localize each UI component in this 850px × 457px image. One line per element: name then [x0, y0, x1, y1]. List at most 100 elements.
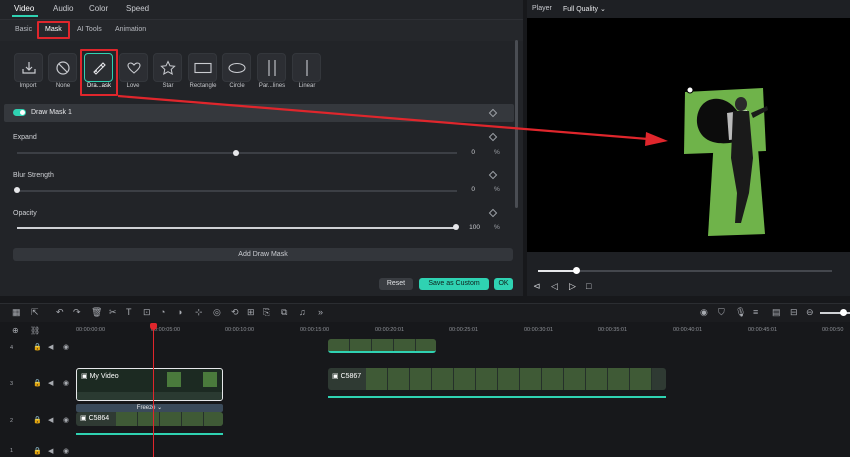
draw-mask-toggle[interactable]: [13, 109, 26, 116]
split-icon[interactable]: ✂: [109, 307, 117, 318]
track4-clip[interactable]: [328, 339, 436, 353]
eye-icon[interactable]: ◉: [63, 416, 69, 424]
mask-linear-label: Linear: [298, 83, 316, 89]
chevron-down-icon: ⌄: [599, 6, 606, 13]
c5864-audio-line: [76, 433, 223, 435]
tab-color[interactable]: Color: [89, 4, 108, 13]
mask-circle-tile[interactable]: [222, 53, 251, 82]
draw-mask-row[interactable]: [4, 104, 514, 122]
add-track-icon[interactable]: ⊕: [12, 326, 19, 335]
layout-icon[interactable]: ▦: [12, 307, 21, 318]
c5867-clip[interactable]: [328, 368, 666, 390]
step-back-icon[interactable]: ◁: [551, 281, 558, 292]
playback-knob[interactable]: [573, 267, 580, 274]
render-icon[interactable]: ◉: [700, 307, 708, 318]
opacity-slider[interactable]: [17, 227, 457, 229]
link-icon[interactable]: ⛓: [30, 326, 40, 335]
snapshot-icon[interactable]: ▤: [772, 307, 781, 318]
quality-dropdown[interactable]: Full Quality ⌄: [563, 5, 606, 13]
zoom-out-icon[interactable]: ⊖: [806, 307, 814, 318]
delete-icon[interactable]: 🗑: [91, 307, 102, 318]
redo-icon[interactable]: ↷: [73, 307, 81, 318]
group-icon[interactable]: ⧉: [281, 307, 287, 318]
undo-icon[interactable]: ↶: [56, 307, 64, 318]
panel-scrollbar[interactable]: [515, 40, 518, 208]
speed-icon[interactable]: ◔: [160, 307, 165, 317]
opacity-value[interactable]: 100: [460, 224, 480, 231]
import-icon: [21, 61, 36, 74]
mask-love-tile[interactable]: [119, 53, 148, 82]
text-icon[interactable]: T: [126, 307, 132, 317]
shield-icon[interactable]: ⛉: [718, 307, 725, 318]
c5864-clip-name: ▣ C5864: [80, 415, 110, 422]
mask-none-tile[interactable]: [48, 53, 77, 82]
ok-button[interactable]: OK: [494, 278, 513, 290]
opacity-slider-knob[interactable]: [453, 224, 459, 230]
mask-parallel-lines-tile[interactable]: [257, 53, 286, 82]
lock-icon[interactable]: 🔒: [33, 416, 42, 424]
lock-icon[interactable]: 🔒: [33, 447, 42, 455]
blur-strength-label: Blur Strength: [13, 172, 54, 179]
crop-icon[interactable]: ⊡: [143, 307, 151, 318]
select-tool-icon[interactable]: ⇱: [31, 307, 39, 318]
tab-audio[interactable]: Audio: [53, 4, 73, 13]
playback-scrubber[interactable]: [538, 270, 832, 272]
tab-speed[interactable]: Speed: [126, 4, 149, 13]
mask-linear-tile[interactable]: [292, 53, 321, 82]
voiceover-icon[interactable]: ≡: [753, 307, 758, 317]
adjust-icon[interactable]: ⊞: [247, 307, 255, 318]
fit-icon[interactable]: ⊟: [790, 307, 798, 318]
mask-star-label: Star: [162, 83, 174, 89]
mask-tab-highlight: [37, 21, 70, 39]
mask-rectangle-tile[interactable]: [188, 53, 217, 82]
lock-icon[interactable]: 🔒: [33, 343, 42, 351]
audio-fx-icon[interactable]: ♫: [299, 307, 306, 317]
mask-import-tile[interactable]: [14, 53, 43, 82]
add-draw-mask-button[interactable]: Add Draw Mask: [13, 248, 513, 261]
save-as-custom-button[interactable]: Save as Custom: [419, 278, 489, 290]
rotate-icon[interactable]: ⟲: [231, 307, 239, 318]
prev-frame-icon[interactable]: ⊲: [533, 281, 541, 292]
microphone-icon[interactable]: 🎙: [735, 307, 746, 318]
subtab-animation[interactable]: Animation: [115, 26, 146, 33]
c5867-clip-name: ▣ C5867: [332, 373, 362, 380]
zoom-slider-knob[interactable]: [840, 309, 847, 316]
mask-star-tile[interactable]: [153, 53, 182, 82]
eye-icon[interactable]: ◉: [63, 343, 69, 351]
blur-slider-knob[interactable]: [14, 187, 20, 193]
freeze-frame-bar[interactable]: Freeze ⌄: [76, 404, 223, 412]
blur-slider[interactable]: [17, 190, 457, 192]
mask-tool-icon[interactable]: ◎: [213, 307, 221, 318]
eye-icon[interactable]: ◉: [63, 379, 69, 387]
mask-love-label: Love: [126, 83, 140, 89]
parallel-lines-icon: [267, 59, 276, 76]
subtab-basic[interactable]: Basic: [15, 26, 32, 33]
speaker-icon[interactable]: ◀: [48, 343, 53, 351]
blur-value[interactable]: 0: [455, 186, 475, 193]
speaker-icon[interactable]: ◀: [48, 416, 53, 424]
mask-anchor-point[interactable]: [686, 86, 694, 94]
lock-icon[interactable]: 🔒: [33, 379, 42, 387]
stop-icon[interactable]: □: [586, 281, 591, 291]
transform-icon[interactable]: ⊹: [195, 307, 203, 318]
expand-value[interactable]: 0: [455, 149, 475, 156]
subtab-ai-tools[interactable]: AI Tools: [77, 26, 102, 33]
speaker-icon[interactable]: ◀: [48, 447, 53, 455]
timecode: 00:00:50: [822, 327, 844, 333]
detach-icon[interactable]: ⎘: [263, 307, 270, 318]
more-tools-icon[interactable]: »: [318, 307, 323, 317]
reset-button[interactable]: Reset: [379, 278, 413, 290]
play-icon[interactable]: ▷: [569, 281, 576, 292]
timecode: 00:00:25:01: [449, 327, 479, 333]
mask-import-label: Import: [19, 83, 37, 89]
timecode: 00:00:40:01: [673, 327, 703, 333]
eye-icon[interactable]: ◉: [63, 447, 69, 455]
speaker-icon[interactable]: ◀: [48, 379, 53, 387]
playhead[interactable]: [153, 326, 154, 457]
tab-video[interactable]: Video: [14, 4, 34, 13]
color-icon[interactable]: ◑: [177, 307, 182, 317]
expand-slider-knob[interactable]: [233, 150, 239, 156]
mask-none-label: None: [55, 83, 71, 89]
playback-progress: [538, 270, 576, 272]
timeline-ruler[interactable]: [0, 322, 850, 336]
